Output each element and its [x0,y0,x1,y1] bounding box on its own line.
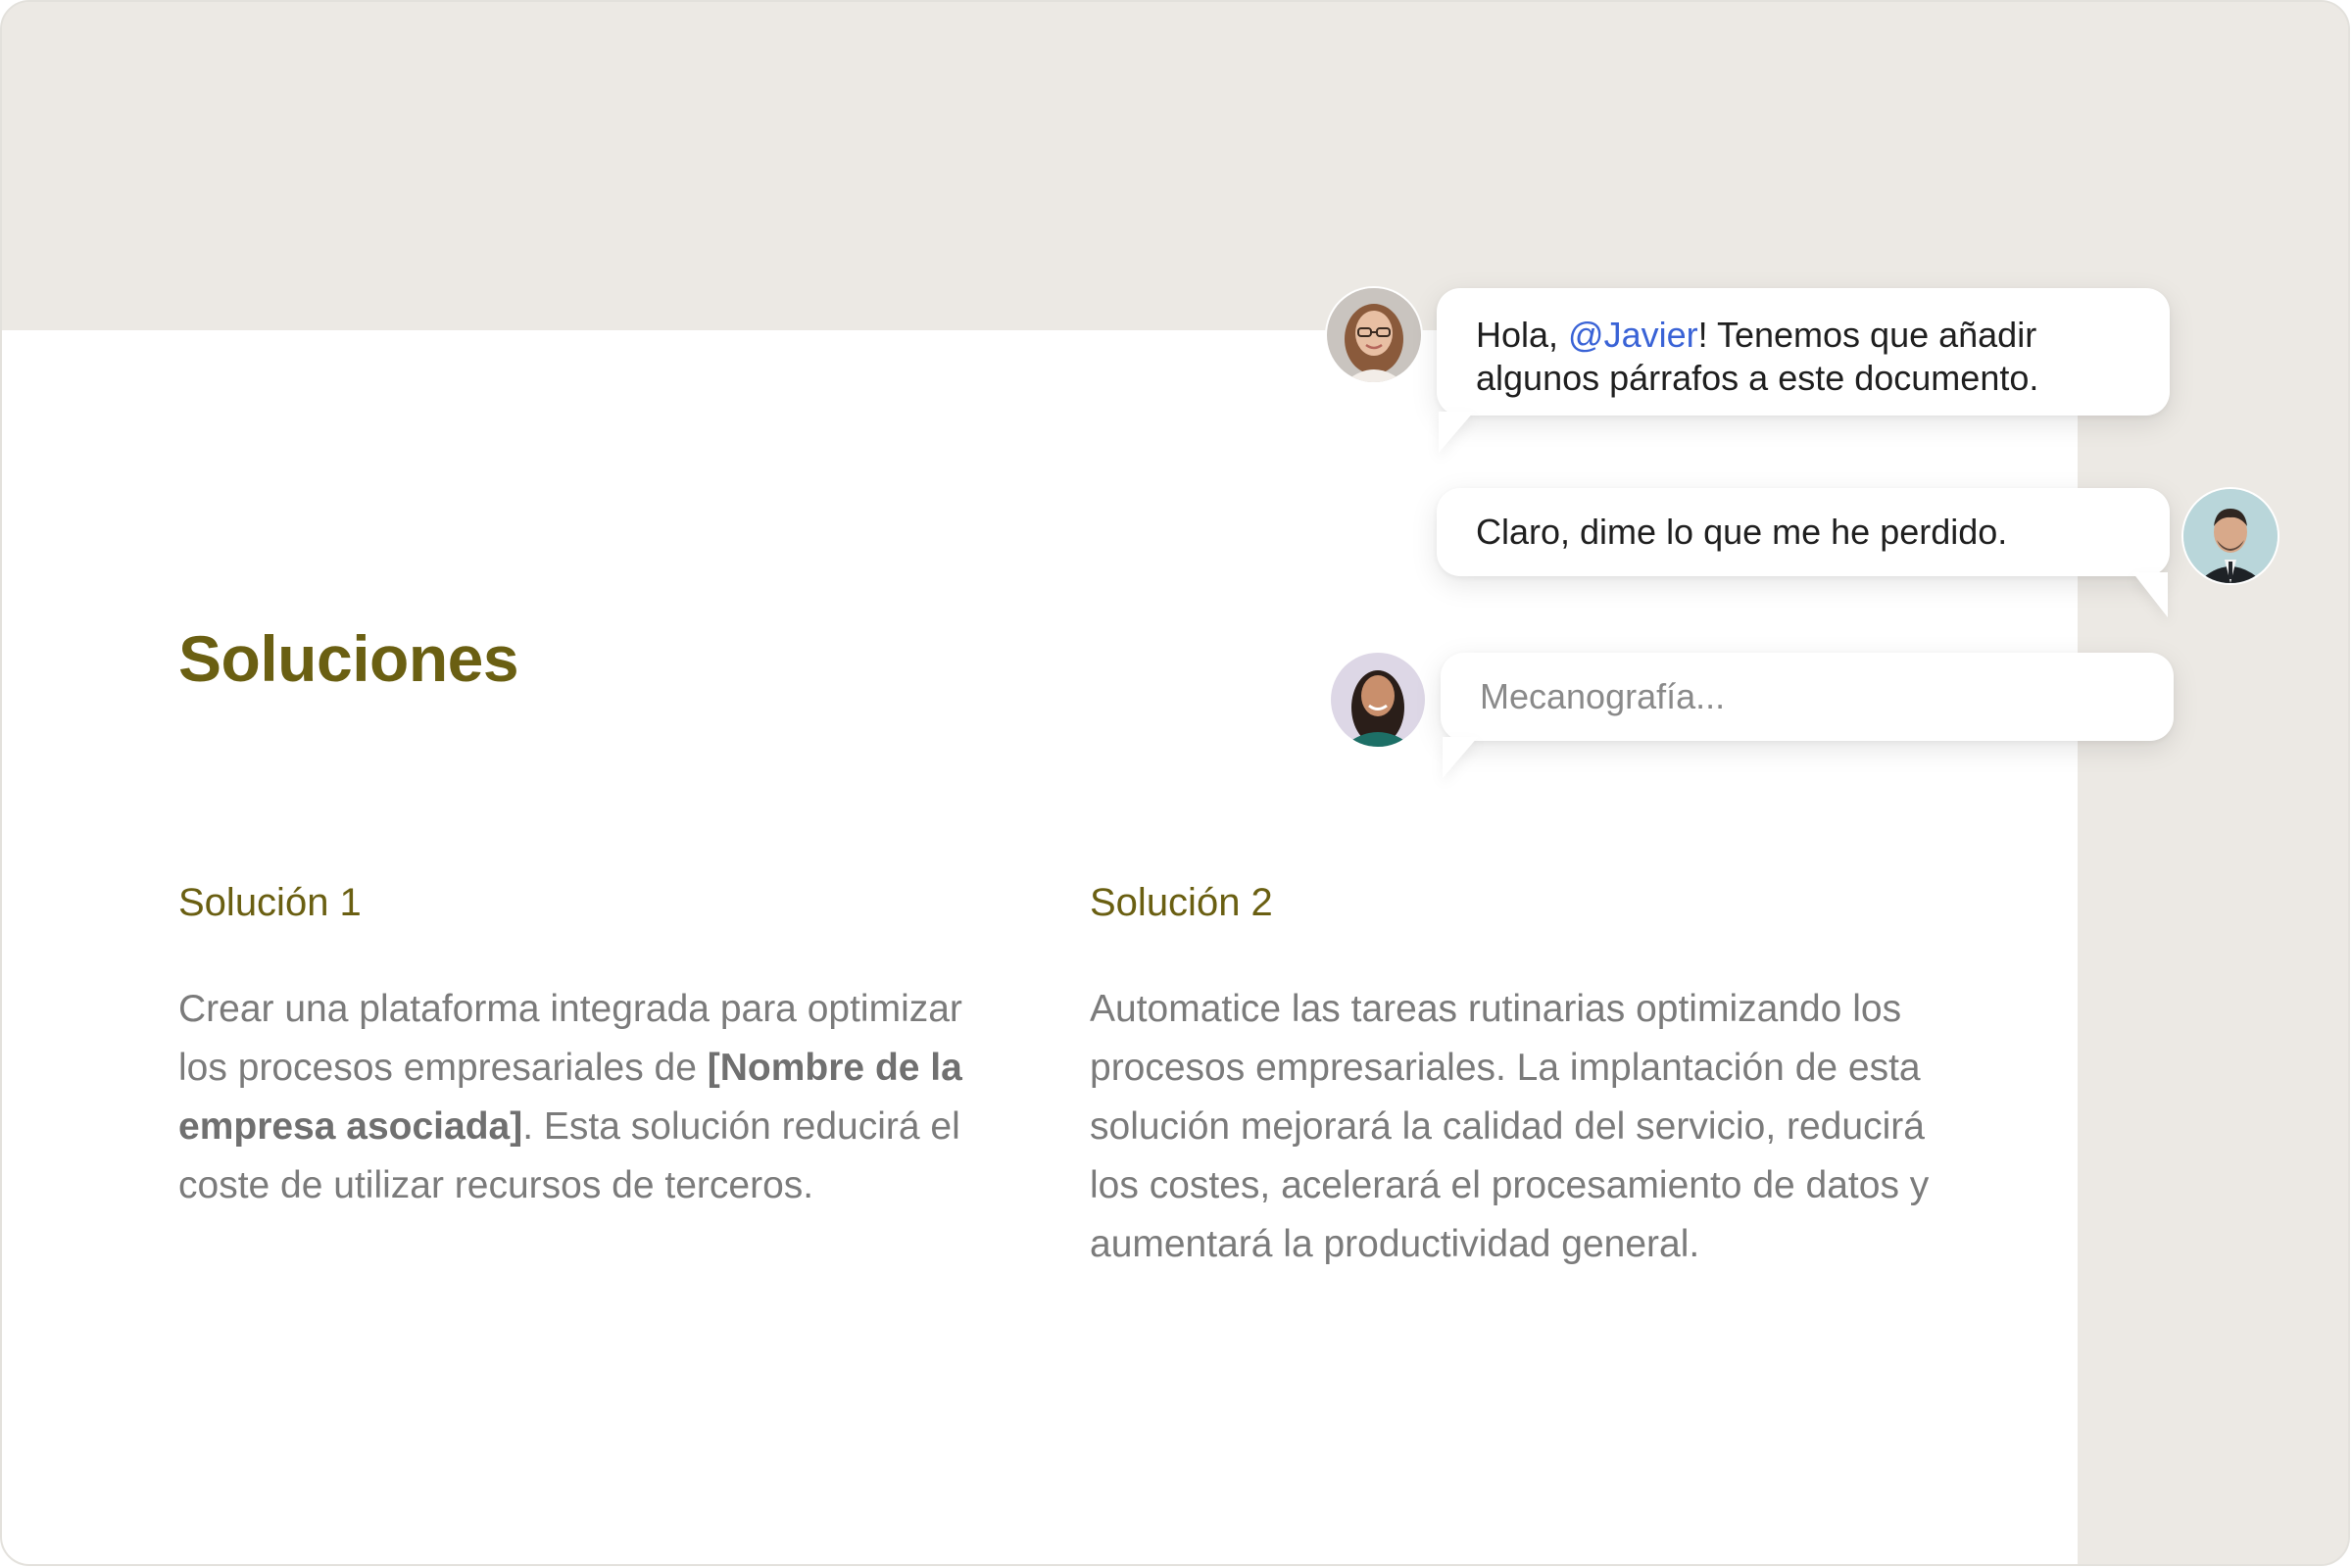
solution-2-title: Solución 2 [1090,881,1273,924]
chat-bubble-tail [1443,737,1478,778]
chat-message-1-text: Hola, [1476,315,1569,355]
section-title: Soluciones [178,622,519,695]
header-band [2,2,2348,330]
solution-1-body: Crear una plataforma integrada para opti… [178,980,962,1215]
mention-link[interactable]: @Javier [1568,315,1698,355]
chat-bubble-tail [2132,572,2168,617]
chat-message-input[interactable] [1480,675,2127,718]
chat-message-1: Hola, @Javier! Tenemos que añadir alguno… [1437,288,2170,416]
solution-2-body: Automatice las tareas rutinarias optimiz… [1090,988,1930,1265]
man-suit-avatar [2183,489,2278,583]
woman-glasses-avatar [1327,288,1421,382]
chat-bubble-tail [1439,412,1474,453]
chat-input-bubble[interactable] [1441,653,2174,741]
chat-message-2-text: Claro, dime lo que me he perdido. [1476,512,2008,552]
solution-1-title: Solución 1 [178,881,362,924]
app-window: Soluciones Solución 1 Crear una platafor… [0,0,2350,1566]
woman-green-top-avatar [1331,653,1425,747]
chat-message-2: Claro, dime lo que me he perdido. [1437,488,2170,576]
